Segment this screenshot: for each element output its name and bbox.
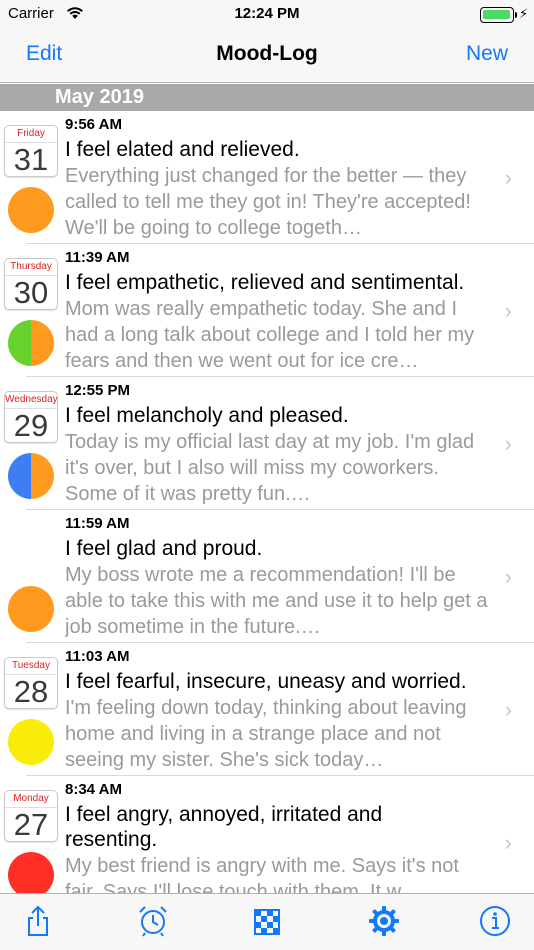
info-icon[interactable]	[478, 904, 512, 938]
navigation-bar: Edit Mood-Log New	[0, 30, 534, 83]
entry-title: I feel melancholy and pleased.	[65, 404, 349, 427]
day-number: 31	[13, 142, 49, 177]
section-title: May 2019	[55, 86, 144, 108]
entry-detail: My boss wrote me a recommendation! I'll …	[65, 564, 488, 638]
entry-time: 12:55 PM	[65, 382, 131, 399]
entry-detail: Today is my official last day at my job.…	[65, 431, 475, 505]
calendar-checker-icon[interactable]	[250, 904, 284, 938]
entry-time: 8:34 AM	[65, 781, 122, 798]
mood-color-dot	[8, 320, 54, 366]
alarm-clock-icon[interactable]	[136, 904, 170, 938]
mood-entry-row[interactable]: Thursday 30 11:39 AM I feel empathetic, …	[0, 244, 534, 377]
page-title: Mood-Log	[216, 42, 318, 65]
month-section-header: May 2019	[0, 84, 534, 111]
weekday-label: Friday	[17, 128, 45, 139]
calendar-date-icon: Friday 31	[4, 125, 58, 177]
weekday-label: Thursday	[10, 261, 52, 272]
entry-detail: My best friend is angry with me. Says it…	[65, 855, 459, 893]
day-number: 30	[13, 275, 49, 310]
mood-color-dot	[8, 719, 54, 765]
chevron-right-icon: ›	[504, 165, 512, 190]
chevron-right-icon: ›	[504, 431, 512, 456]
day-number: 28	[13, 674, 49, 709]
calendar-date-icon: Tuesday 28	[4, 657, 58, 709]
calendar-date-icon: Wednesday 29	[4, 391, 58, 443]
clock-time: 12:24 PM	[234, 5, 300, 22]
calendar-date-icon: Thursday 30	[4, 258, 58, 310]
entry-title: I feel glad and proud.	[65, 537, 263, 560]
entry-detail: I'm feeling down today, thinking about l…	[65, 697, 467, 771]
battery-icon: ⚡	[480, 6, 528, 23]
day-number: 27	[13, 807, 49, 842]
entry-detail: Mom was really empathetic today. She and…	[65, 298, 475, 372]
chevron-right-icon: ›	[504, 298, 512, 323]
share-icon[interactable]	[21, 904, 55, 938]
status-bar: Carrier 12:24 PM ⚡	[0, 0, 534, 30]
mood-entry-row[interactable]: Friday 31 9:56 AM I feel elated and reli…	[0, 111, 534, 244]
entry-title: I feel elated and relieved.	[65, 138, 300, 161]
chevron-right-icon: ›	[504, 830, 512, 855]
chevron-right-icon: ›	[504, 697, 512, 722]
entry-title: I feel angry, annoyed, irritated and res…	[65, 803, 383, 851]
mood-entry-row[interactable]: Wednesday 29 12:55 PM I feel melancholy …	[0, 377, 534, 510]
entry-detail: Everything just changed for the better —…	[65, 165, 471, 239]
tab-bar	[0, 893, 534, 950]
entry-time: 9:56 AM	[65, 116, 122, 133]
calendar-date-icon: Monday 27	[4, 790, 58, 842]
day-number: 29	[13, 408, 49, 443]
mood-color-dot	[8, 586, 54, 632]
entry-time: 11:39 AM	[65, 249, 130, 266]
weekday-label: Wednesday	[5, 394, 58, 405]
mood-color-dot	[8, 187, 54, 233]
chevron-right-icon: ›	[504, 564, 512, 589]
mood-color-dot	[8, 852, 54, 893]
mood-color-dot	[8, 453, 54, 499]
entry-title: I feel empathetic, relieved and sentimen…	[65, 271, 465, 294]
mood-entry-list[interactable]: Friday 31 9:56 AM I feel elated and reli…	[0, 111, 534, 893]
new-entry-button[interactable]: New	[466, 42, 508, 66]
mood-entry-row[interactable]: Monday 27 8:34 AM I feel angry, annoyed,…	[0, 776, 534, 893]
mood-entry-row[interactable]: Tuesday 28 11:03 AM I feel fearful, inse…	[0, 643, 534, 776]
mood-entry-row[interactable]: 11:59 AM I feel glad and proud. My boss …	[0, 510, 534, 643]
entry-time: 11:03 AM	[65, 648, 130, 665]
weekday-label: Tuesday	[12, 660, 50, 671]
settings-gear-icon[interactable]	[367, 904, 401, 938]
entry-time: 11:59 AM	[65, 515, 130, 532]
entry-title: I feel fearful, insecure, uneasy and wor…	[65, 670, 467, 693]
weekday-label: Monday	[13, 793, 49, 804]
